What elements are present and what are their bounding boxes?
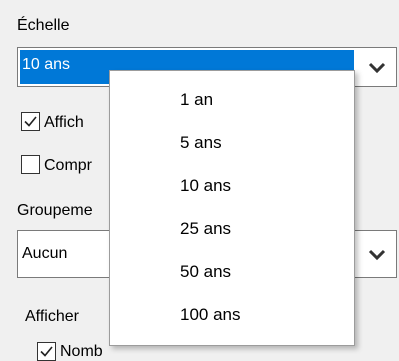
dropdown-option-5-ans[interactable]: 5 ans bbox=[180, 133, 222, 153]
groupement-selected-value: Aucun bbox=[22, 245, 68, 262]
compr-checkbox-label: Compr bbox=[44, 157, 93, 174]
echelle-label: Échelle bbox=[17, 17, 70, 34]
afficher-checkbox[interactable] bbox=[21, 112, 40, 131]
dropdown-option-1-an[interactable]: 1 an bbox=[180, 90, 213, 110]
dropdown-option-100-ans[interactable]: 100 ans bbox=[180, 305, 241, 325]
compr-checkbox[interactable] bbox=[21, 155, 40, 174]
echelle-selected-value: 10 ans bbox=[22, 56, 71, 73]
chevron-down-icon[interactable] bbox=[368, 248, 386, 262]
nombre-checkbox-label: Nomb bbox=[60, 343, 103, 360]
afficher-section-label: Afficher bbox=[25, 308, 79, 325]
checkmark-icon bbox=[24, 116, 37, 127]
chevron-down-icon[interactable] bbox=[368, 61, 386, 75]
dropdown-option-10-ans[interactable]: 10 ans bbox=[180, 176, 231, 196]
echelle-dropdown-list: 1 an 5 ans 10 ans 25 ans 50 ans 100 ans bbox=[109, 70, 355, 346]
dropdown-option-50-ans[interactable]: 50 ans bbox=[180, 262, 231, 282]
groupement-label: Groupeme bbox=[17, 202, 93, 219]
dropdown-option-25-ans[interactable]: 25 ans bbox=[180, 219, 231, 239]
afficher-checkbox-label: Affich bbox=[44, 114, 84, 131]
